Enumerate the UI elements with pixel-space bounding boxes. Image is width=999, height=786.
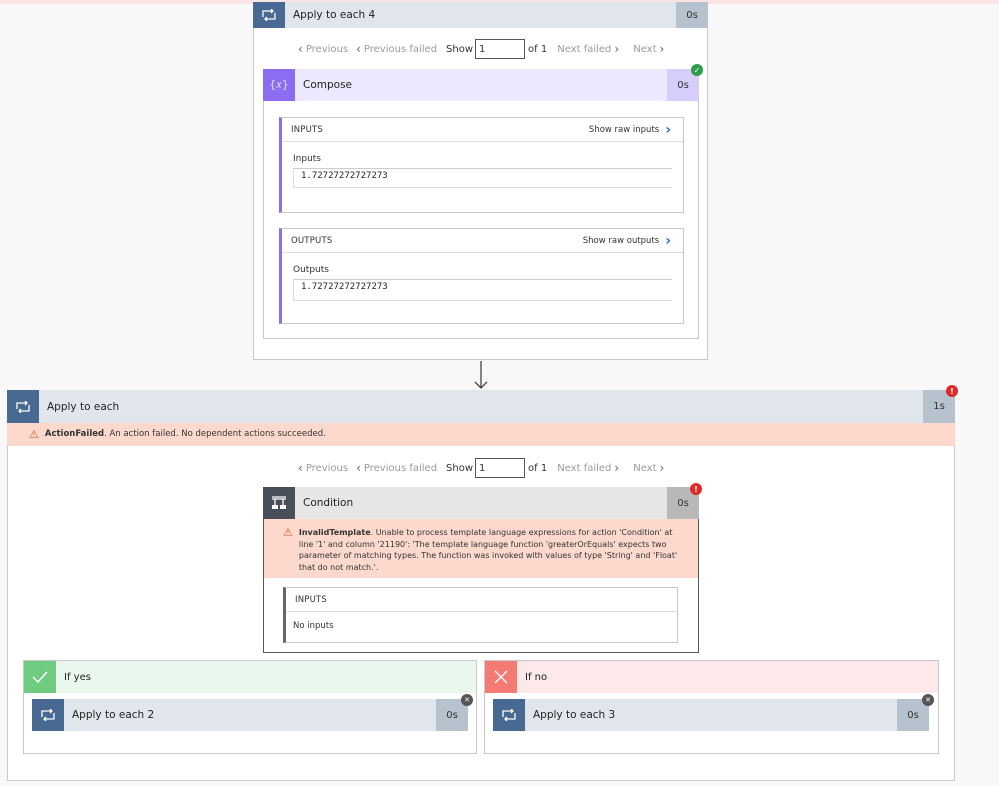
next-failed-label: Next failed	[557, 43, 612, 55]
outputs-field-value: 1.72727272727273	[293, 279, 672, 301]
of-total-label: of 1	[528, 43, 548, 55]
chevron-right-icon: ›	[659, 461, 665, 475]
inputs-field-label: Inputs	[293, 154, 321, 164]
loop-icon	[32, 699, 64, 731]
compose-icon: {𝑥}	[263, 69, 295, 101]
action-failed-message: ActionFailed. An action failed. No depen…	[45, 429, 326, 439]
apply-each-4-title: Apply to each 4	[285, 2, 676, 28]
chevron-left-icon: ‹	[298, 461, 303, 475]
apply-each-2-header[interactable]: Apply to each 2 0s	[32, 699, 468, 731]
loop-icon	[253, 2, 285, 28]
error-badge-icon: !	[690, 483, 702, 495]
apply-each-4-duration: 0s	[676, 2, 708, 28]
outputs-header-label: OUTPUTS	[291, 235, 333, 246]
outputs-section-header: OUTPUTS Show raw outputs ›	[282, 229, 683, 253]
chevron-left-icon: ‹	[298, 42, 303, 56]
apply-each-3-title: Apply to each 3	[525, 699, 897, 731]
compose-title: Compose	[295, 69, 667, 101]
next-button[interactable]: Next ›	[633, 461, 664, 475]
condition-icon	[263, 487, 295, 519]
previous-failed-button[interactable]: ‹ Previous failed	[356, 461, 437, 475]
next-failed-button[interactable]: Next failed ›	[557, 42, 619, 56]
success-check-icon: ✓	[691, 64, 703, 76]
if-no-header[interactable]: If no	[485, 661, 938, 693]
apply-each-header[interactable]: Apply to each 1s	[7, 390, 955, 423]
skipped-badge-icon: ✕	[922, 694, 934, 706]
iteration-input[interactable]	[475, 458, 526, 478]
previous-failed-button[interactable]: ‹ Previous failed	[356, 42, 437, 56]
iteration-input[interactable]	[475, 39, 526, 59]
if-no-label: If no	[525, 671, 548, 683]
if-yes-label: If yes	[64, 671, 91, 683]
next-failed-label: Next failed	[557, 462, 612, 474]
apply-each-pager: ‹Previous ‹Previous failed Show of 1 Nex…	[298, 458, 664, 478]
chevron-right-icon: ›	[665, 232, 671, 249]
checkmark-icon	[24, 661, 56, 693]
apply-each-title: Apply to each	[39, 390, 923, 423]
chevron-left-icon: ‹	[356, 461, 361, 475]
next-label: Next	[633, 462, 657, 474]
previous-button[interactable]: ‹ Previous	[298, 42, 348, 56]
inputs-header-label: INPUTS	[291, 124, 324, 135]
error-badge-icon: !	[946, 385, 958, 397]
apply-each-3-header[interactable]: Apply to each 3 0s	[493, 699, 929, 731]
chevron-right-icon: ›	[614, 461, 620, 475]
condition-inputs-section: INPUTS No inputs	[283, 587, 678, 643]
condition-inputs-header: INPUTS	[286, 588, 677, 612]
condition-header[interactable]: Condition 0s	[263, 487, 699, 519]
outputs-field-label: Outputs	[293, 265, 329, 275]
action-failed-text: . An action failed. No dependent actions…	[104, 429, 326, 439]
show-raw-inputs-label: Show raw inputs	[588, 124, 660, 135]
previous-button[interactable]: ‹ Previous	[298, 461, 348, 475]
chevron-left-icon: ‹	[356, 42, 361, 56]
inputs-section-header: INPUTS Show raw inputs ›	[282, 118, 683, 142]
apply-each-2-title: Apply to each 2	[64, 699, 436, 731]
of-total-label: of 1	[528, 462, 548, 474]
compose-header[interactable]: {𝑥} Compose 0s	[263, 69, 699, 101]
invalid-template-alert: ⚠ InvalidTemplate. Unable to process tem…	[264, 519, 698, 578]
action-failed-code: ActionFailed	[44, 429, 105, 439]
chevron-right-icon: ›	[659, 42, 665, 56]
action-failed-alert: ⚠ ActionFailed. An action failed. No dep…	[7, 423, 955, 446]
loop-icon	[493, 699, 525, 731]
warning-icon: ⚠	[29, 428, 39, 441]
compose-outputs-section: OUTPUTS Show raw outputs › Outputs 1.7272…	[279, 228, 684, 324]
show-raw-outputs-label: Show raw outputs	[582, 235, 660, 246]
show-label: Show	[446, 43, 474, 55]
show-raw-outputs-link[interactable]: Show raw outputs ›	[582, 232, 671, 249]
apply-each-4-pager: ‹Previous ‹Previous failed Show of 1 Nex…	[298, 39, 664, 59]
invalid-template-code: InvalidTemplate	[298, 528, 371, 537]
condition-title: Condition	[295, 487, 667, 519]
show-label: Show	[446, 462, 474, 474]
previous-label: Previous	[305, 43, 349, 55]
condition-inputs-label: INPUTS	[295, 594, 328, 605]
inputs-field-value: 1.72727272727273	[293, 168, 672, 188]
no-inputs-text: No inputs	[293, 621, 334, 631]
previous-failed-label: Previous failed	[363, 462, 438, 474]
chevron-right-icon: ›	[614, 42, 620, 56]
apply-each-4-header[interactable]: Apply to each 4 0s	[253, 2, 708, 28]
previous-label: Previous	[305, 462, 349, 474]
cross-icon	[485, 661, 517, 693]
compose-inputs-section: INPUTS Show raw inputs › Inputs 1.7272727…	[279, 117, 684, 213]
loop-icon	[7, 390, 39, 423]
show-raw-inputs-link[interactable]: Show raw inputs ›	[588, 121, 671, 138]
next-failed-button[interactable]: Next failed ›	[557, 461, 619, 475]
previous-failed-label: Previous failed	[363, 43, 438, 55]
chevron-right-icon: ›	[665, 121, 671, 138]
next-button[interactable]: Next ›	[633, 42, 664, 56]
next-label: Next	[633, 43, 657, 55]
invalid-template-message: InvalidTemplate. Unable to process templ…	[299, 527, 678, 573]
warning-icon: ⚠	[283, 526, 293, 539]
skipped-badge-icon: ✕	[461, 694, 473, 706]
if-yes-header[interactable]: If yes	[24, 661, 476, 693]
